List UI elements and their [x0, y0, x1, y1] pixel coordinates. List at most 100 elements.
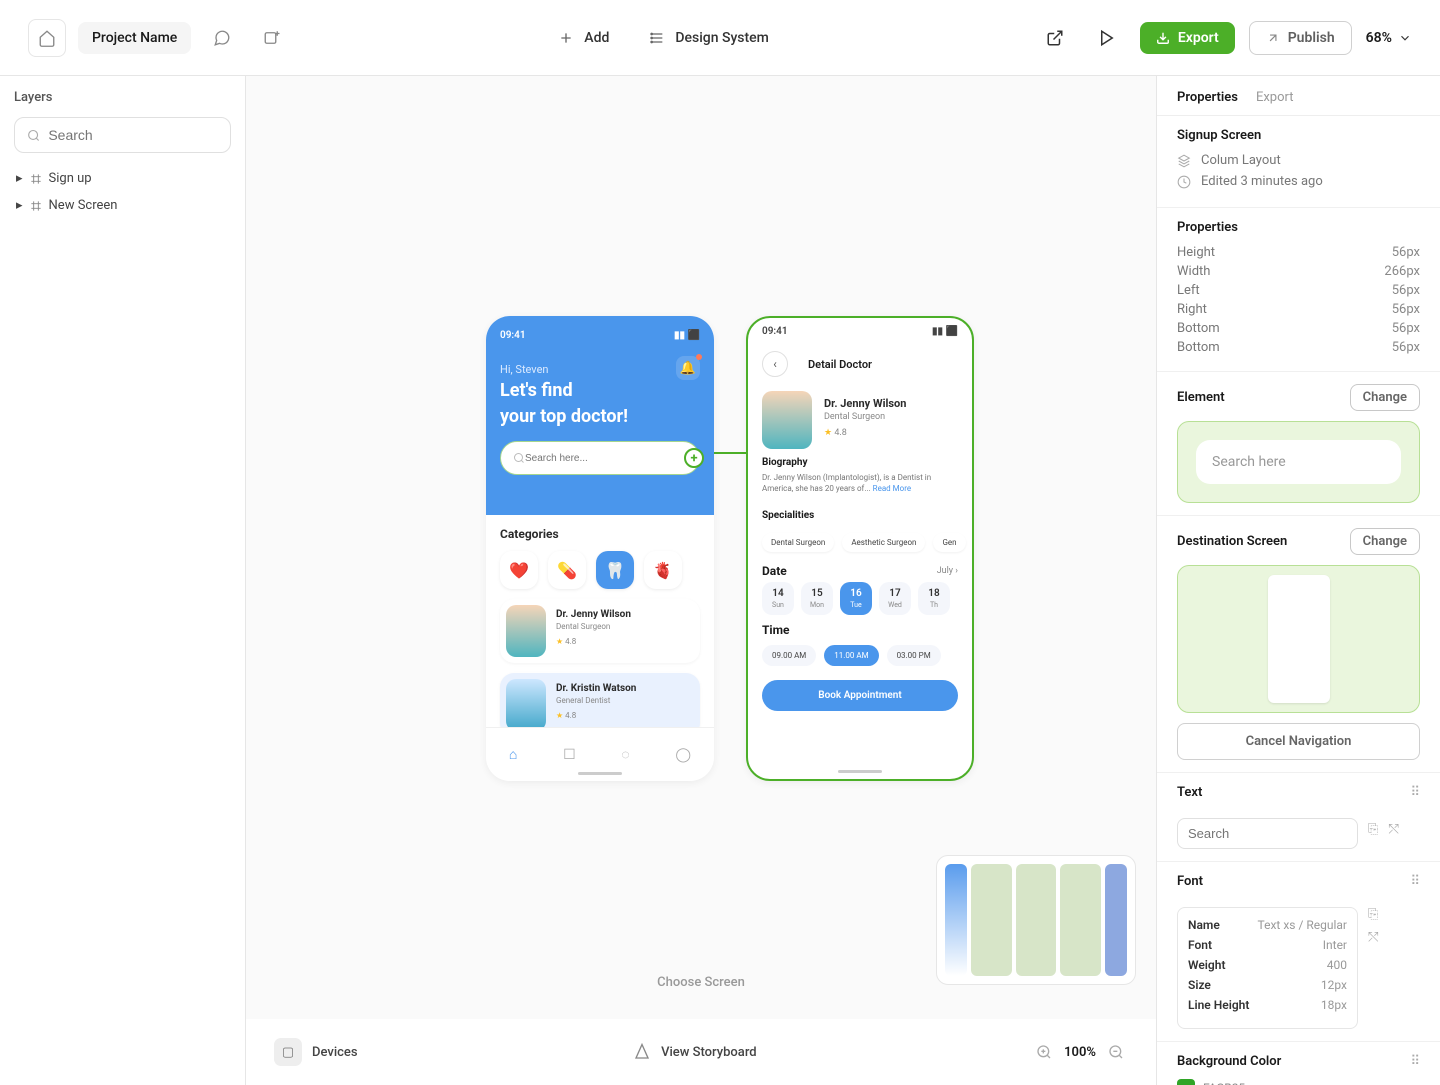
prop-row: Width266px: [1177, 264, 1420, 279]
tab-bag-icon[interactable]: ☐: [563, 747, 576, 763]
add-image-icon[interactable]: [253, 19, 291, 57]
play-icon[interactable]: [1088, 19, 1126, 57]
devices-button[interactable]: ▢Devices: [274, 1038, 358, 1066]
tab-properties[interactable]: Properties: [1177, 90, 1238, 105]
minimap-panel[interactable]: [936, 855, 1136, 985]
doctor-card[interactable]: Dr. Jenny Wilson Dental Surgeon ★ 4.8: [500, 599, 700, 663]
font-row: Size12px: [1188, 978, 1347, 992]
change-dest-button[interactable]: Change: [1350, 528, 1420, 555]
frame-icon: [29, 172, 43, 186]
cat-organ[interactable]: 🫀: [644, 551, 682, 589]
search-field[interactable]: +: [500, 441, 700, 475]
screen-name: Signup Screen: [1177, 128, 1420, 143]
zoom-out-icon[interactable]: [1104, 1040, 1128, 1064]
layers-title: Layers: [14, 90, 231, 105]
cat-pill[interactable]: 💊: [548, 551, 586, 589]
artboard-detail[interactable]: 09:41▮▮ ⬛ ‹ Detail Doctor Dr. Jenny Wils…: [746, 316, 974, 781]
text-search-input[interactable]: [1177, 818, 1358, 849]
bell-icon[interactable]: 🔔: [676, 356, 700, 380]
tab-user-icon[interactable]: ◯: [675, 747, 691, 763]
chat-icon[interactable]: [203, 19, 241, 57]
change-element-button[interactable]: Change: [1350, 384, 1420, 411]
tab-export[interactable]: Export: [1256, 90, 1294, 105]
cat-tooth[interactable]: 🦷: [596, 551, 634, 589]
star-icon: ★: [556, 711, 563, 720]
copy-icon[interactable]: ⎘: [1368, 907, 1378, 922]
cat-heart[interactable]: ❤️: [500, 551, 538, 589]
day-15[interactable]: 15Mon: [801, 582, 833, 615]
canvas[interactable]: 09:41▮▮ ⬛ Hi, Steven Let's find your top…: [246, 76, 1157, 1085]
search-input[interactable]: [525, 453, 687, 464]
status-bar: 09:41▮▮ ⬛: [500, 330, 700, 341]
bg-header: Background Color ⠿: [1177, 1054, 1420, 1069]
home-icon[interactable]: [28, 19, 66, 57]
element-input-preview: Search here: [1196, 440, 1401, 484]
day-16[interactable]: 16Tue: [840, 582, 872, 615]
zoom-in-icon[interactable]: [1032, 1040, 1056, 1064]
zoom-value: 100%: [1064, 1045, 1096, 1060]
project-name[interactable]: Project Name: [78, 22, 191, 54]
publish-button[interactable]: Publish: [1249, 21, 1352, 55]
clock-icon: [1177, 175, 1191, 189]
tab-home-icon[interactable]: ⌂: [509, 746, 517, 763]
storyboard-icon: [633, 1043, 651, 1061]
drag-icon[interactable]: ⠿: [1410, 874, 1420, 889]
minimap-thumb: [945, 864, 967, 976]
dest-header: Destination Screen Change: [1177, 528, 1420, 555]
drag-icon[interactable]: ⠿: [1410, 1054, 1420, 1069]
star-icon: ★: [556, 637, 563, 646]
book-button[interactable]: Book Appointment: [762, 680, 958, 711]
export-button[interactable]: Export: [1140, 22, 1235, 54]
time-slot[interactable]: 03.00 PM: [887, 645, 941, 666]
star-icon: ★: [824, 428, 832, 438]
avatar: [762, 391, 812, 449]
day-14[interactable]: 14Sun: [762, 582, 794, 615]
month-selector[interactable]: July ›: [937, 566, 958, 576]
zoom-selector[interactable]: 68%: [1366, 30, 1412, 46]
drag-icon[interactable]: ⠿: [1410, 785, 1420, 800]
detach-icon[interactable]: ⤲: [1368, 930, 1378, 945]
read-more-link[interactable]: Read More: [873, 484, 911, 493]
tab-chat-icon[interactable]: ◌: [621, 746, 629, 763]
phone-body: Categories ❤️ 💊 🦷 🫀 Dr. Jenny Wilson Den…: [486, 515, 714, 749]
dest-preview: [1177, 565, 1420, 713]
main: Layers ▸Sign up ▸New Screen 09:41▮▮ ⬛ Hi…: [0, 76, 1440, 1085]
add-button[interactable]: Add: [558, 30, 609, 46]
status-icons: ▮▮ ⬛: [932, 326, 958, 337]
storyboard-button[interactable]: View Storyboard: [633, 1043, 757, 1061]
layer-signup[interactable]: ▸Sign up: [14, 165, 231, 192]
devices-icon: ▢: [274, 1038, 302, 1066]
day-18[interactable]: 18Th: [918, 582, 950, 615]
section-destination: Destination Screen Change Cancel Navigat…: [1157, 516, 1440, 773]
layer-newscreen[interactable]: ▸New Screen: [14, 192, 231, 219]
spec-heading: Specialities: [762, 510, 958, 521]
layers-search[interactable]: [14, 117, 231, 153]
inspector-panel: Properties Export Signup Screen Colum La…: [1157, 76, 1440, 1085]
doc-name: Dr. Kristin Watson: [556, 683, 636, 694]
section-element: Element Change Search here: [1157, 372, 1440, 516]
time-slot[interactable]: 11.00 AM: [824, 645, 878, 666]
copy-icon[interactable]: ⎘: [1368, 822, 1378, 837]
time-slot[interactable]: 09.00 AM: [762, 645, 816, 666]
external-link-icon[interactable]: [1036, 19, 1074, 57]
design-system-button[interactable]: Design System: [649, 30, 769, 46]
spec-chip[interactable]: Dental Surgeon: [762, 533, 834, 552]
layers-search-input[interactable]: [48, 127, 218, 143]
detail-header: ‹ Detail Doctor: [748, 337, 972, 391]
detach-icon[interactable]: ⤲: [1388, 822, 1398, 837]
spec-chip[interactable]: Aesthetic Surgeon: [842, 533, 925, 552]
cancel-navigation-button[interactable]: Cancel Navigation: [1177, 723, 1420, 760]
times: 09.00 AM 11.00 AM 03.00 PM: [748, 641, 972, 670]
back-icon[interactable]: ‹: [762, 351, 788, 377]
search-icon: [27, 128, 40, 143]
artboard-home[interactable]: 09:41▮▮ ⬛ Hi, Steven Let's find your top…: [486, 316, 714, 781]
categories-heading: Categories: [500, 527, 700, 541]
plus-badge-icon[interactable]: +: [684, 448, 704, 468]
minimap-thumb: [1060, 864, 1101, 976]
layers-sidebar: Layers ▸Sign up ▸New Screen: [0, 76, 246, 1085]
bg-color-row[interactable]: FACB25: [1177, 1079, 1420, 1085]
spec-chip[interactable]: Gen: [933, 533, 965, 552]
time-row: Time: [748, 615, 972, 641]
day-17[interactable]: 17Wed: [879, 582, 911, 615]
dest-heading: Destination Screen: [1177, 534, 1287, 549]
